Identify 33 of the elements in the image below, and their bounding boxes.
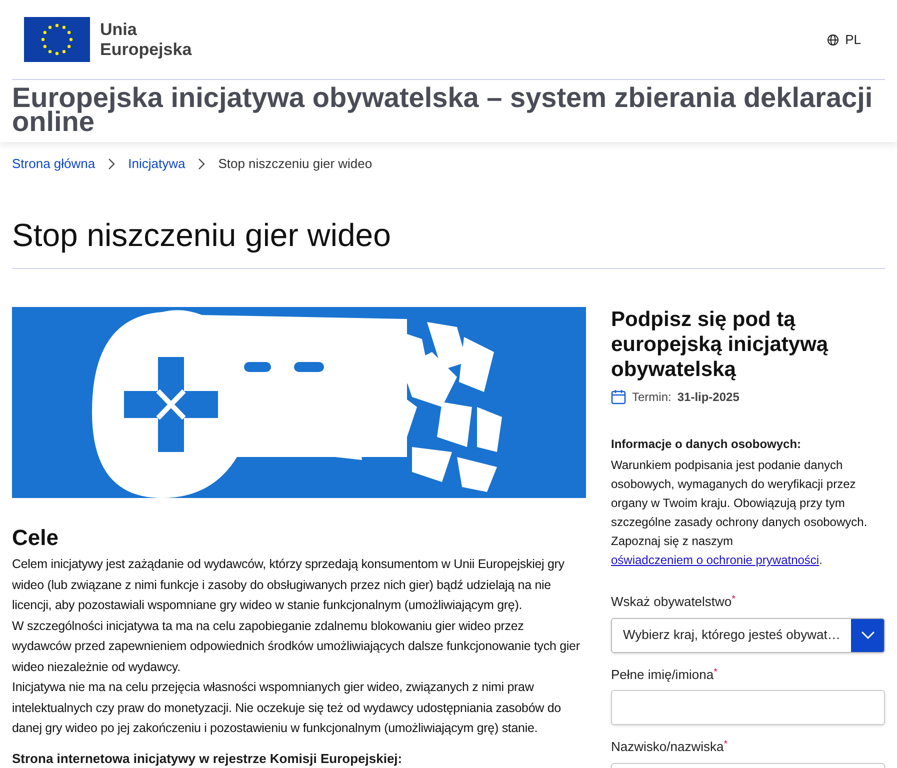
paragraph: Celem inicjatywy jest zażądanie od wydawców, którzy sprzedają konsumentom w Unii Europejskiej gry wideo (lub związane z nimi funkcje i zasoby do obsługiwanych przez nich gier) bądź udzielają na nie licencji, aby pozostawiali wspomniane gry wideo w stanie funkcjonalnym (umożliwiającym grę). bbox=[12, 556, 566, 614]
privacy-text: Warunkiem podpisania jest podanie danych osobowych, wymaganych do weryfikacji przez organy w Twoim kraju. Obowiązują przy tym szczególne zasady ochrony danych osobowych. Zapoznaj się z naszym oświadczeniem o ochronie prywatności. bbox=[611, 457, 868, 569]
field-label: Nazwisko/nazwiska bbox=[611, 738, 724, 756]
calendar-icon bbox=[611, 389, 626, 405]
chevron-down-icon bbox=[860, 631, 875, 639]
required-mark: * bbox=[724, 738, 728, 750]
deadline-label: Termin: bbox=[632, 389, 672, 406]
country-select[interactable]: Wybierz kraj, którego jesteś obywat… bbox=[611, 618, 885, 652]
required-mark: * bbox=[714, 666, 718, 678]
site-title: Europejska inicjatywa obywatelska – system zbierania deklaracji online bbox=[12, 86, 874, 134]
deadline-date: 31-lip-2025 bbox=[677, 389, 740, 406]
paragraph: Inicjatywa nie ma na celu przejęcia własności wspomnianych gier wideo, związanych z nimi praw intelektualnych czy praw do monetyzacji. Nie oczekuje się też od wydawcy udostępniania zasobów do danej gry wideo po jej zakończeniu i pozostawieniu w funkcjonalnym (umożliwiającym grę) stanie. bbox=[12, 679, 562, 737]
page-title: Stop niszczeniu gier wideo bbox=[12, 216, 392, 254]
globe-icon bbox=[827, 34, 840, 46]
chevron-right-icon bbox=[107, 158, 116, 170]
eu-flag-logo bbox=[24, 17, 90, 62]
privacy-link[interactable]: oświadczeniem o ochronie prywatności bbox=[611, 553, 820, 567]
field-label: Wskaż obywatelstwo bbox=[611, 593, 732, 611]
chevron-right-icon bbox=[197, 158, 206, 170]
logo-text: Unia bbox=[100, 20, 138, 40]
text-input[interactable] bbox=[611, 690, 885, 725]
breadcrumb-current: Stop niszczeniu gier wideo bbox=[218, 155, 372, 174]
logo-text: Europejska bbox=[100, 40, 192, 60]
required-mark: * bbox=[732, 593, 736, 607]
section-heading: Cele bbox=[12, 524, 60, 552]
sign-heading: Podpisz się pod tą europejską inicjatywą obywatelską bbox=[611, 307, 830, 382]
register-heading: Strona internetowa inicjatywy w rejestrze Komisji Europejskiej: bbox=[12, 750, 404, 768]
breadcrumb-link[interactable]: Strona główna bbox=[12, 154, 96, 174]
field-label: Pełne imię/imiona bbox=[611, 666, 714, 684]
breadcrumb-link[interactable]: Inicjatywa bbox=[128, 154, 186, 174]
paragraph: W szczególności inicjatywa ta ma na celu zapobieganie zdalnemu blokowaniu gier wideo przez wydawców przed zapewnieniem odpowiednich środków umożliwiających dalsze funkcjonowanie tych gier wideo niezależnie od wydawcy. bbox=[12, 618, 581, 676]
privacy-heading: Informacje o danych osobowych: bbox=[611, 436, 802, 453]
language-selector[interactable]: PL bbox=[827, 30, 861, 50]
